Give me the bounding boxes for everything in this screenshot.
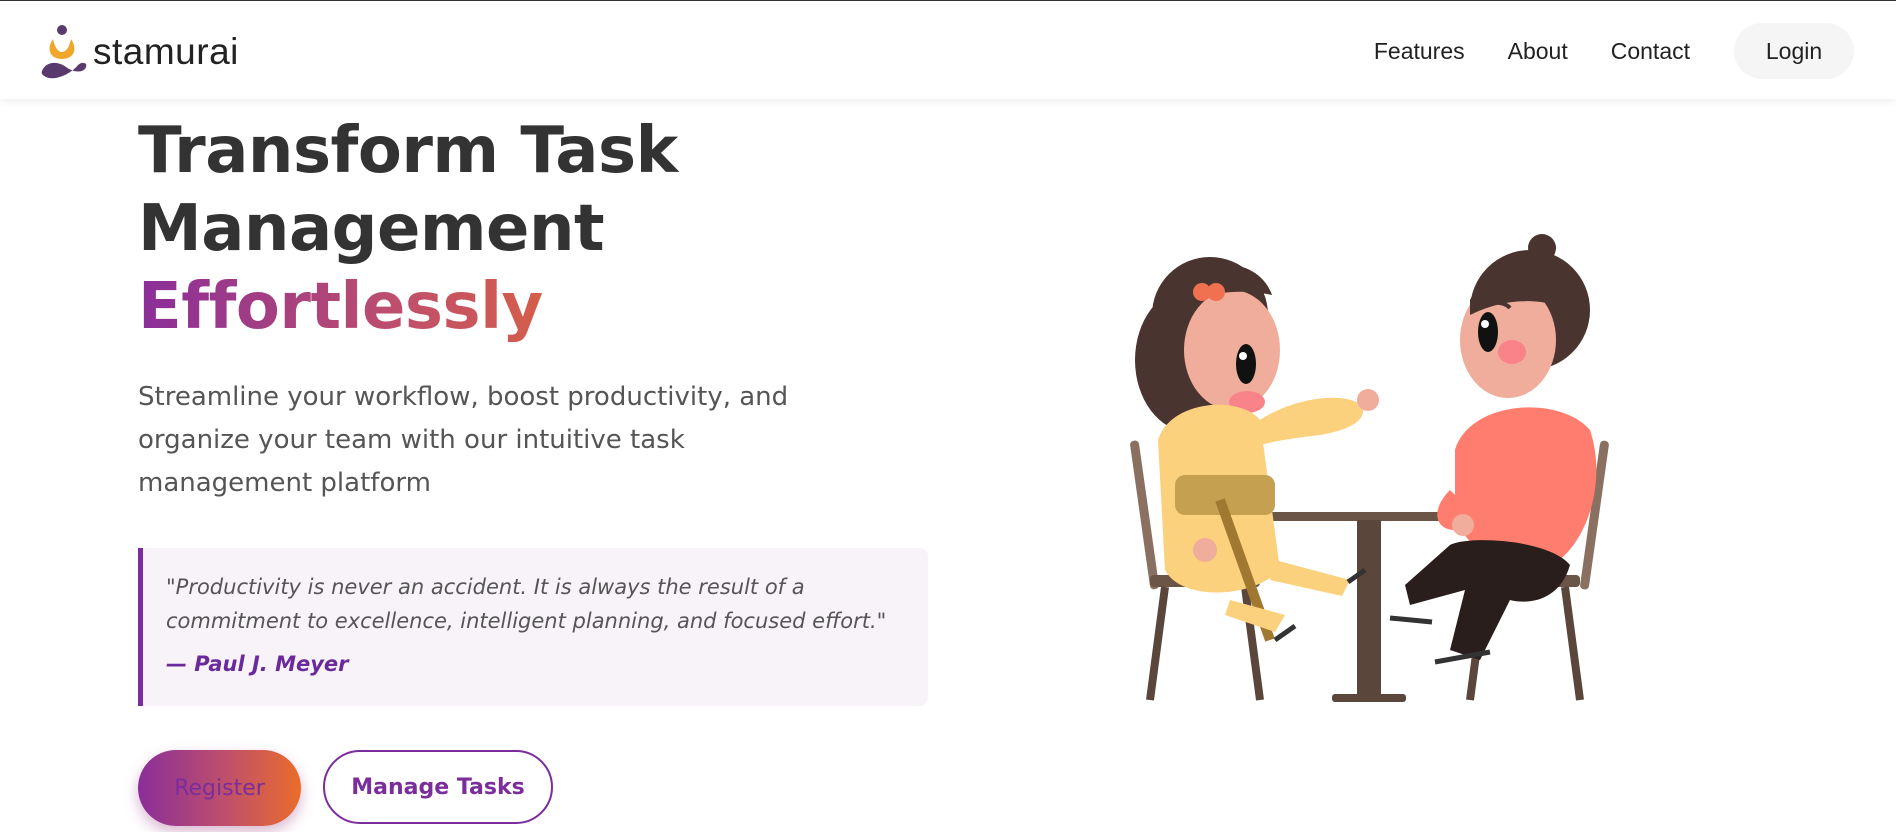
logo-text: stamurai bbox=[93, 31, 239, 72]
hero-title: Transform Task Management Effortlessly bbox=[138, 112, 678, 346]
nav-link-features[interactable]: Features bbox=[1374, 38, 1465, 65]
login-button[interactable]: Login bbox=[1734, 23, 1854, 79]
quote-block: "Productivity is never an accident. It i… bbox=[138, 548, 928, 706]
hero-title-line2: Management bbox=[138, 192, 605, 266]
nav-link-contact[interactable]: Contact bbox=[1611, 38, 1690, 65]
nav-link-about[interactable]: About bbox=[1508, 38, 1568, 65]
meditation-logo-icon bbox=[41, 25, 87, 79]
navbar: stamurai Features About Contact Login bbox=[0, 1, 1896, 99]
manage-tasks-button[interactable]: Manage Tasks bbox=[323, 750, 553, 824]
hero-title-line1: Transform Task bbox=[138, 114, 678, 188]
main-nav: Features About Contact Login bbox=[1331, 23, 1854, 79]
hero-subtitle: Streamline your workflow, boost producti… bbox=[138, 382, 789, 498]
hero-illustration bbox=[1130, 234, 1609, 702]
register-button[interactable]: Register bbox=[138, 750, 301, 826]
quote-text: "Productivity is never an accident. It i… bbox=[166, 575, 887, 633]
hero-title-highlight: Effortlessly bbox=[138, 268, 678, 346]
quote-author: — Paul J. Meyer bbox=[166, 652, 349, 676]
logo[interactable]: stamurai bbox=[40, 23, 239, 81]
